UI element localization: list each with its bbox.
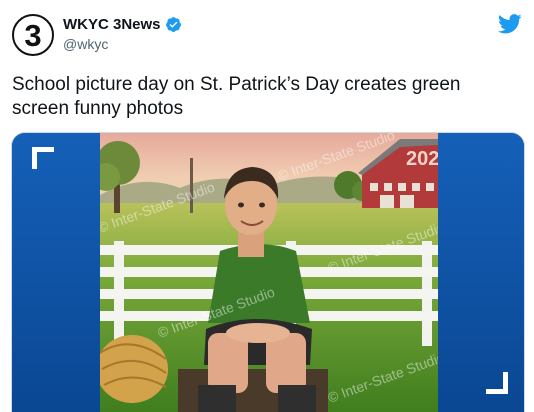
twitter-bird-icon[interactable]: [498, 14, 522, 34]
verified-badge-icon: [165, 16, 181, 32]
display-name[interactable]: WKYC 3News: [63, 16, 161, 33]
corner-bracket-bottom-right: [486, 372, 508, 394]
school-photo: 202 © Inter-State Studio © Inter-State S…: [100, 133, 438, 412]
account-info[interactable]: WKYC 3News @wkyc: [63, 14, 182, 52]
tweet-card[interactable]: 3 WKYC 3News @wkyc School picture day on…: [0, 0, 534, 412]
avatar-logo-text: 3: [24, 17, 42, 53]
frame-right-panel: [434, 133, 524, 412]
barn-sign: 202: [406, 148, 438, 170]
handle[interactable]: @wkyc: [63, 36, 182, 52]
tweet-text: School picture day on St. Patrick’s Day …: [12, 74, 461, 119]
avatar[interactable]: 3: [12, 14, 54, 56]
tweet-media-image[interactable]: 202 © Inter-State Studio © Inter-State S…: [11, 132, 525, 412]
corner-bracket-top-left: [32, 147, 54, 169]
frame-left-panel: [12, 133, 100, 412]
photo-illustration: 202 © Inter-State Studio © Inter-State S…: [100, 133, 438, 412]
